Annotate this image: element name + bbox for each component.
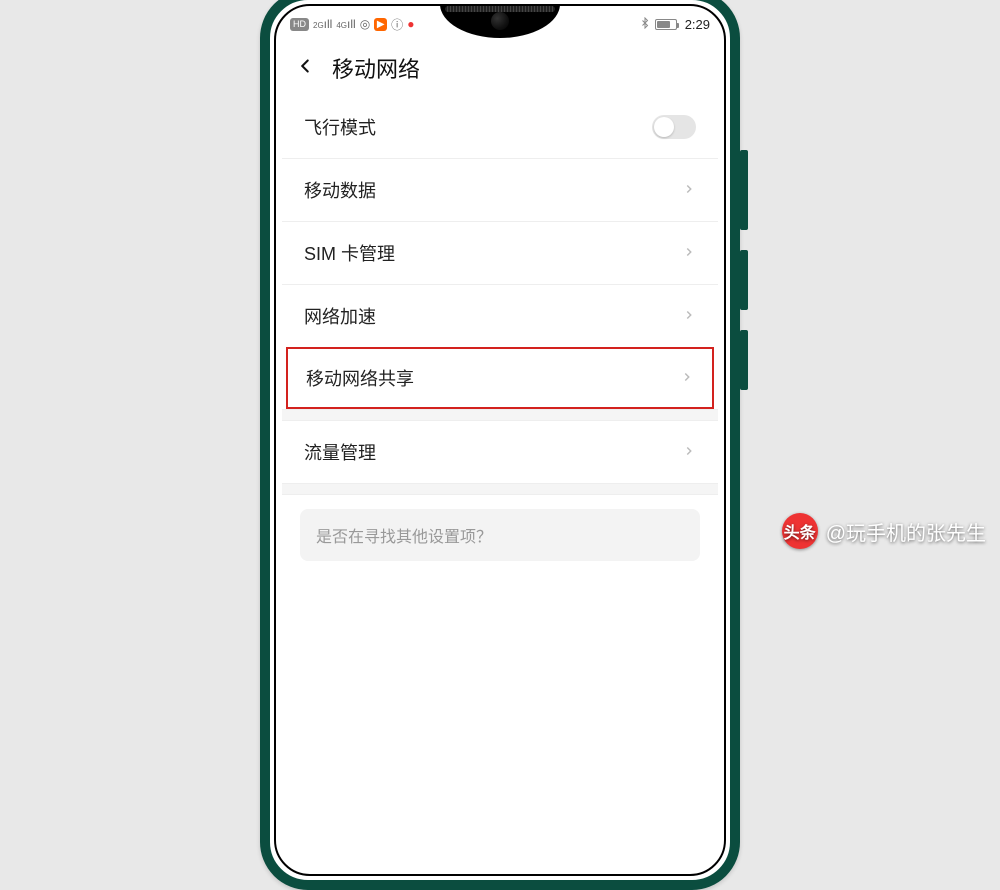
phone-side-button xyxy=(740,330,748,390)
setting-label: 飞行模式 xyxy=(304,114,376,140)
setting-mobile-hotspot[interactable]: 移动网络共享 xyxy=(288,349,712,407)
phone-side-button xyxy=(740,250,748,310)
app-icon: ▶ xyxy=(374,18,387,31)
hotspot-icon: ◎ xyxy=(360,17,370,31)
chevron-right-icon xyxy=(682,243,696,264)
setting-label: 流量管理 xyxy=(304,439,376,465)
chevron-right-icon xyxy=(682,442,696,463)
page-header: 移动网络 xyxy=(276,42,724,96)
back-button[interactable] xyxy=(294,55,316,82)
chevron-right-icon xyxy=(682,306,696,327)
phone-frame: HD 2Gıll 4Gıll ◎ ▶ ⓘ ● 2:29 移动网络 xyxy=(260,0,740,890)
search-hint-card[interactable]: 是否在寻找其他设置项？ xyxy=(300,509,700,561)
airplane-mode-toggle[interactable] xyxy=(652,115,696,139)
signal-4g-icon: 4Gıll xyxy=(336,17,355,31)
page-title: 移动网络 xyxy=(332,52,420,84)
signal-2g-icon: 2Gıll xyxy=(313,17,332,31)
phone-earpiece xyxy=(445,6,555,12)
setting-airplane-mode[interactable]: 飞行模式 xyxy=(282,96,718,159)
bluetooth-icon xyxy=(639,17,651,32)
setting-data-usage[interactable]: 流量管理 xyxy=(282,421,718,483)
section-gap xyxy=(282,409,718,421)
setting-sim-management[interactable]: SIM 卡管理 xyxy=(282,222,718,285)
setting-label: SIM 卡管理 xyxy=(304,240,395,266)
watermark: 头条 @玩手机的张先生 xyxy=(782,513,986,549)
watermark-text: @玩手机的张先生 xyxy=(826,517,986,546)
highlight-annotation: 移动网络共享 xyxy=(286,347,714,409)
battery-icon xyxy=(655,19,677,30)
watermark-logo: 头条 xyxy=(782,513,818,549)
search-hint-text: 是否在寻找其他设置项？ xyxy=(316,529,492,546)
setting-label: 网络加速 xyxy=(304,303,376,329)
setting-label: 移动数据 xyxy=(304,177,376,203)
hd-badge: HD xyxy=(290,18,309,31)
setting-mobile-data[interactable]: 移动数据 xyxy=(282,159,718,222)
setting-network-accel[interactable]: 网络加速 xyxy=(282,285,718,347)
info-icon: ⓘ xyxy=(391,16,403,33)
setting-label: 移动网络共享 xyxy=(306,365,414,391)
settings-list: 飞行模式 移动数据 SIM 卡管理 网络加速 xyxy=(276,96,724,561)
record-icon: ● xyxy=(407,17,414,31)
chevron-right-icon xyxy=(680,368,694,389)
section-gap xyxy=(282,483,718,495)
status-time: 2:29 xyxy=(685,17,710,32)
phone-side-button xyxy=(740,150,748,230)
chevron-right-icon xyxy=(682,180,696,201)
